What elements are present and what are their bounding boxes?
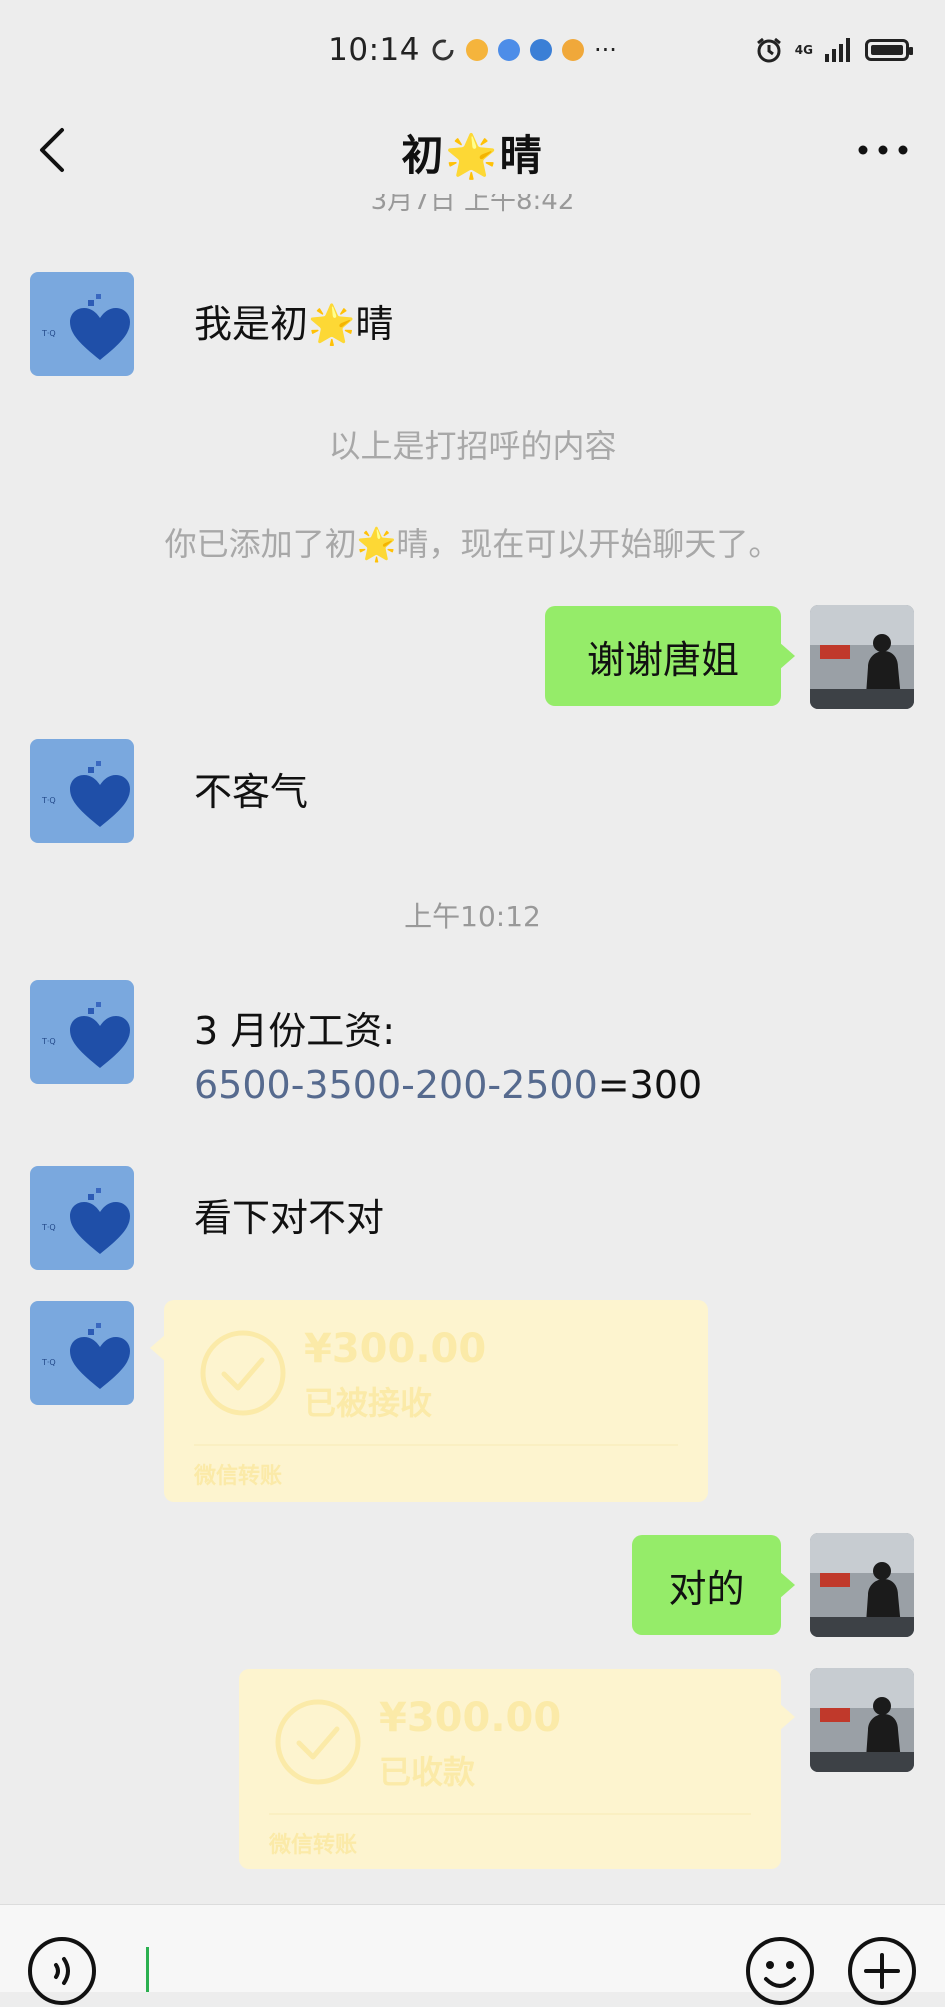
- blue-heart-icon: T·Q: [41, 1002, 130, 1068]
- svg-text:T·Q: T·Q: [41, 1223, 56, 1232]
- input-bar: [0, 1904, 945, 2005]
- nav-bar: 初🌟晴: [0, 100, 945, 200]
- transfer-divider: [269, 1813, 751, 1815]
- blue-heart-icon: T·Q: [41, 1188, 130, 1254]
- transfer-status: 已被接收: [304, 1384, 433, 1422]
- smiley-icon[interactable]: [744, 1935, 816, 2007]
- chat-title: 初🌟晴: [401, 131, 544, 180]
- partial-timestamp-text: 3月7日 上午8:42: [370, 194, 575, 216]
- partial-timestamp: 3月7日 上午8:42: [0, 194, 945, 216]
- transfer-card-collected[interactable]: ¥300.00 已收款 微信转账: [239, 1669, 795, 1869]
- transfer-amount: ¥300.00: [379, 1695, 562, 1741]
- battery-icon: [865, 39, 913, 61]
- sent-message-thanks-text: 谢谢唐姐: [586, 637, 739, 682]
- added-friend-note: 你已添加了初🌟晴，现在可以开始聊天了。: [164, 525, 781, 563]
- sent-message-confirm[interactable]: 对的: [632, 1535, 795, 1635]
- my-avatar[interactable]: [810, 1533, 914, 1637]
- check-message[interactable]: 看下对不对: [194, 1191, 384, 1245]
- reply-message[interactable]: 不客气: [194, 765, 308, 819]
- my-avatar[interactable]: [810, 605, 914, 709]
- status-more: ···: [593, 36, 617, 64]
- svg-text:T·Q: T·Q: [41, 1037, 56, 1046]
- salary-line1: 3 月份工资:: [194, 1009, 396, 1053]
- check-circle-icon: [200, 1330, 286, 1416]
- transfer-footer: 微信转账: [269, 1833, 358, 1858]
- alarm-icon: [756, 37, 781, 63]
- contact-avatar[interactable]: T·Q: [30, 1301, 134, 1405]
- transfer-footer: 微信转账: [194, 1464, 283, 1489]
- transfer-card-received[interactable]: ¥300.00 已被接收 微信转账: [150, 1300, 708, 1502]
- contact-avatar[interactable]: T·Q: [30, 980, 134, 1084]
- more-horizontal-icon[interactable]: [851, 130, 915, 170]
- my-avatar[interactable]: [810, 1668, 914, 1772]
- blue-heart-icon: T·Q: [41, 294, 130, 360]
- blue-heart-icon: T·Q: [41, 761, 130, 827]
- svg-text:T·Q: T·Q: [41, 796, 56, 805]
- user-photo-avatar: [810, 605, 914, 709]
- contact-avatar[interactable]: T·Q: [30, 272, 134, 376]
- salary-line2: 6500-3500-200-2500=300: [194, 1058, 702, 1112]
- signal-icon: [825, 38, 850, 62]
- svg-text:T·Q: T·Q: [41, 329, 56, 338]
- user-photo-avatar: [810, 1533, 914, 1637]
- voice-icon[interactable]: [26, 1935, 98, 2007]
- sent-message-confirm-text: 对的: [668, 1566, 745, 1611]
- contact-avatar[interactable]: T·Q: [30, 1166, 134, 1270]
- loading-icon: [432, 39, 454, 61]
- user-photo-avatar: [810, 1668, 914, 1772]
- check-circle-icon: [275, 1699, 361, 1785]
- music-app-icon: [497, 39, 520, 61]
- svg-text:T·Q: T·Q: [41, 1358, 56, 1367]
- text-input-cursor[interactable]: [146, 1947, 149, 1992]
- weibo-icon-2: [561, 39, 584, 61]
- status-bar: 10:14 ··· 4G: [0, 0, 945, 100]
- transfer-amount: ¥300.00: [304, 1326, 487, 1372]
- salary-formula[interactable]: 6500-3500-200-2500: [194, 1063, 598, 1107]
- status-right: 4G: [755, 36, 913, 64]
- transfer-status: 已收款: [379, 1753, 476, 1791]
- time-label: 上午10:12: [404, 900, 541, 933]
- weibo-icon: [465, 39, 488, 61]
- browser-app-icon: [529, 39, 552, 61]
- salary-message[interactable]: 3 月份工资: 6500-3500-200-2500=300: [194, 1004, 702, 1112]
- sent-message-thanks[interactable]: 谢谢唐姐: [545, 606, 795, 706]
- transfer-divider: [194, 1444, 678, 1446]
- contact-avatar[interactable]: T·Q: [30, 739, 134, 843]
- greeting-message[interactable]: 我是初🌟晴: [194, 297, 393, 351]
- status-time: 10:14: [328, 32, 420, 68]
- plus-icon[interactable]: [846, 1935, 918, 2007]
- salary-result: =300: [597, 1063, 703, 1107]
- network-label: 4G: [794, 43, 813, 57]
- greeting-note: 以上是打招呼的内容: [328, 427, 617, 465]
- status-center: 10:14 ···: [328, 32, 617, 68]
- blue-heart-icon: T·Q: [41, 1323, 130, 1389]
